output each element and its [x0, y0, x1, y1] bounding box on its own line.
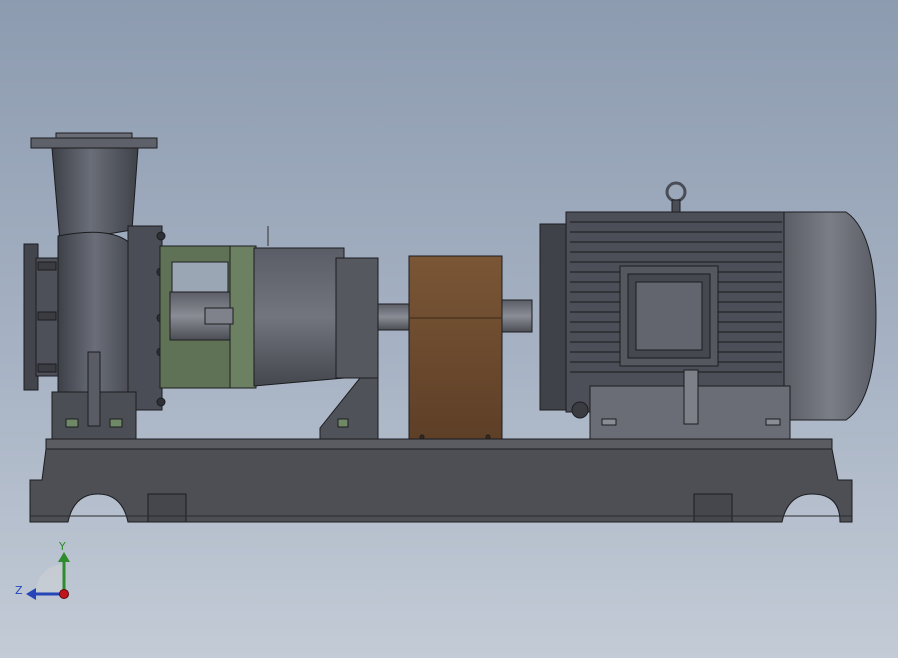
coupling-guard[interactable]	[408, 255, 503, 440]
base-frame	[29, 438, 853, 523]
electric-motor[interactable]	[539, 211, 877, 440]
pump-shaft	[377, 303, 411, 331]
terminal-box-cover	[635, 281, 703, 351]
orientation-triad[interactable]: Y Z	[15, 540, 70, 600]
z-axis-label: Z	[15, 584, 23, 597]
discharge-neck	[51, 147, 139, 243]
triad-arc	[36, 564, 64, 592]
base-foot-pad-right	[693, 493, 733, 523]
motor-front-flange	[539, 223, 567, 411]
bearing-support-foot	[319, 377, 379, 440]
motor-shaft	[501, 299, 533, 333]
bearing-bracket[interactable]	[159, 245, 257, 389]
base-foot-pad-left	[147, 493, 187, 523]
bearing-housing[interactable]	[253, 226, 379, 440]
motor-end-cap	[783, 211, 877, 421]
discharge-flange	[30, 137, 158, 149]
triad-origin	[59, 589, 69, 599]
cad-viewport[interactable]: Y Z	[0, 0, 898, 658]
base-top-rail	[45, 438, 833, 450]
y-axis-label: Y	[58, 540, 66, 553]
pump-casing[interactable]	[23, 132, 166, 440]
lifting-eye-icon	[665, 181, 687, 203]
